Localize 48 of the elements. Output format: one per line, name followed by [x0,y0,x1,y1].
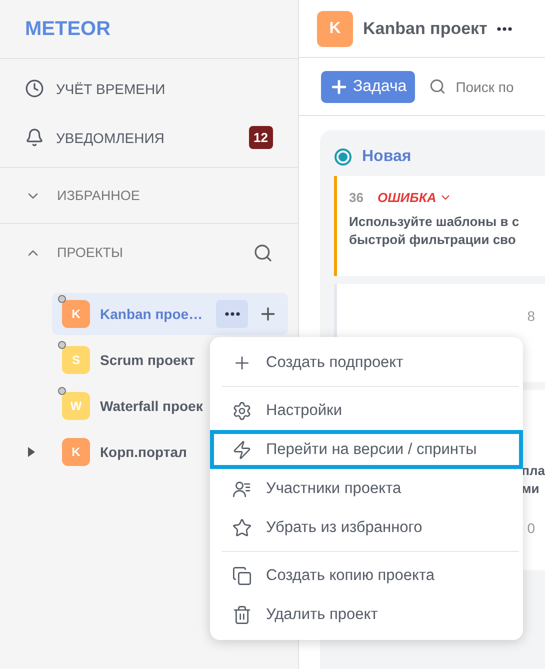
task-card[interactable]: 36 ОШИБКА Используйте шаблоны в с быстрой фильтрации сво [334,176,545,276]
more-icon[interactable] [497,26,512,30]
menu-item-icon [232,518,252,538]
task-count: 8 [527,308,535,324]
app-logo: METEOR [0,0,298,59]
task-type[interactable]: ОШИБКА [377,190,452,205]
project-item[interactable]: K Kanban прое… [52,293,288,335]
menu-item[interactable]: Удалить проект [210,595,523,634]
project-name: Kanban прое… [100,306,203,322]
menu-item-icon [232,566,252,586]
menu-item[interactable]: Перейти на версии / спринты [210,430,523,469]
nav-item[interactable]: УВЕДОМЛЕНИЯ [56,130,237,146]
project-avatar: K [62,438,90,466]
project-title: Kanban проект [363,18,488,38]
project-avatar: W [62,392,90,420]
project-avatar: K [62,300,90,328]
project-name: Корп.портал [100,444,187,460]
add-task-button[interactable]: Задача [321,70,415,102]
project-avatar: K [317,10,353,46]
clock-icon [25,79,44,98]
menu-item-icon [232,440,252,460]
menu-item-icon [232,478,252,498]
project-name: Scrum проект [100,352,195,368]
status-icon [334,148,352,166]
section-heading[interactable]: ИЗБРАННОЕ [57,188,273,203]
task-number: 36 [349,190,364,205]
menu-item[interactable]: Настройки [210,391,523,430]
project-name: Waterfall проек [100,398,203,414]
task-count: 0 [527,520,535,536]
search-icon[interactable] [253,242,273,262]
bell-icon [25,128,44,147]
project-avatar: S [62,346,90,374]
nav-item[interactable]: УЧЁТ ВРЕМЕНИ [56,80,273,96]
column-title: Новая [362,148,412,166]
section-heading[interactable]: ПРОЕКТЫ [57,245,237,260]
menu-item-icon [232,604,252,624]
menu-item[interactable]: Убрать из избранного [210,508,523,547]
notification-count: 12 [248,126,273,149]
search-field[interactable]: Поиск по [456,78,514,94]
more-button[interactable] [216,300,248,328]
more-icon [224,312,240,316]
task-title: пла ми [522,462,545,498]
expand-icon[interactable] [28,447,35,457]
menu-item[interactable]: Участники проекта [210,469,523,508]
menu-item[interactable]: Создать копию проекта [210,556,523,595]
menu-item-icon [232,400,252,420]
search-icon [428,78,446,95]
task-title: Используйте шаблоны в с быстрой фильтрации сво [349,213,520,248]
